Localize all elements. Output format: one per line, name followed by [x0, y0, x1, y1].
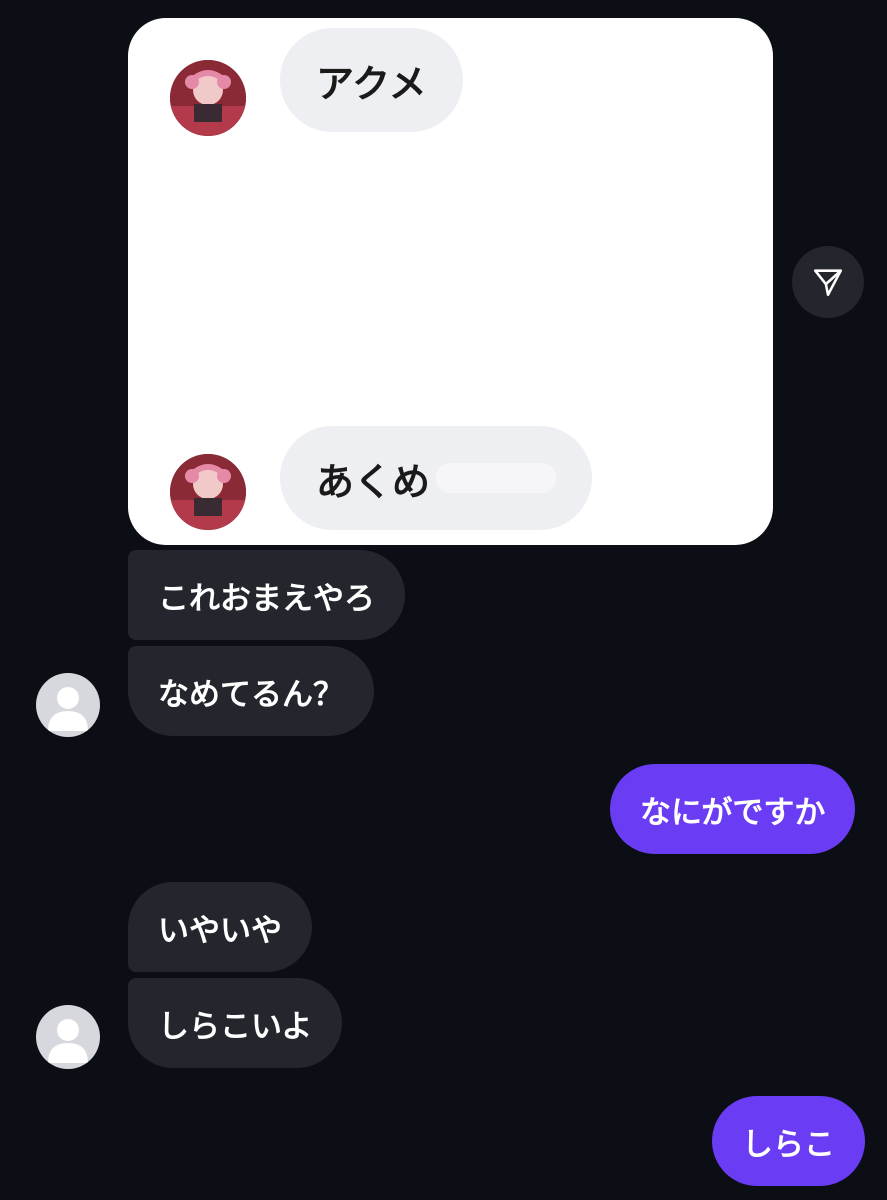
shared-post-top-message-text: アクメ [316, 61, 427, 106]
message-text: しらこいよ [158, 1008, 313, 1045]
share-button[interactable] [792, 246, 864, 318]
shared-post-top-message: アクメ [280, 28, 463, 132]
shared-post-bottom-message: あくめ [280, 426, 593, 530]
message-text: しらこ [742, 1126, 835, 1163]
shared-post-avatar-bottom [170, 454, 246, 530]
default-avatar-icon [48, 687, 88, 731]
message-text: なめてるん？ [158, 676, 344, 713]
sender-avatar[interactable] [36, 673, 100, 737]
sender-avatar[interactable] [36, 1005, 100, 1069]
message-bubble-incoming[interactable]: いやいや [128, 882, 312, 972]
shared-post-bottom-message-text: あくめ [316, 459, 431, 504]
message-bubble-outgoing[interactable]: しらこ [712, 1096, 865, 1186]
message-text: なにがですか [640, 794, 826, 831]
redacted-text-blur [436, 463, 557, 493]
default-avatar-icon [48, 1019, 88, 1063]
message-text: いやいや [158, 912, 282, 949]
shared-post-avatar-top [170, 60, 246, 136]
anime-character-avatar-image [170, 60, 246, 136]
message-bubble-incoming[interactable]: しらこいよ [128, 978, 343, 1068]
shared-post-card[interactable]: アクメ あくめ [128, 18, 773, 545]
message-bubble-incoming[interactable]: これおまえやろ [128, 550, 405, 640]
anime-character-avatar-image [170, 454, 246, 530]
message-bubble-outgoing[interactable]: なにがですか [610, 764, 856, 854]
message-bubble-incoming[interactable]: なめてるん？ [128, 646, 374, 736]
send-icon [813, 269, 843, 297]
message-text: これおまえやろ [158, 580, 375, 617]
